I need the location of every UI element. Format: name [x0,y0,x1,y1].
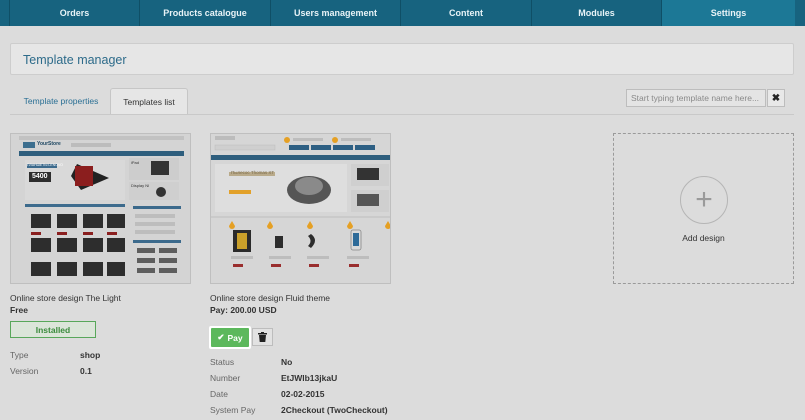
plus-icon: + [680,176,728,224]
add-design-tile[interactable]: + Add design [613,133,794,284]
detail-key-system-pay: System Pay [210,405,256,415]
tab-templates-list[interactable]: Templates list [110,88,188,114]
delete-button[interactable] [252,328,273,346]
store-screenshot [211,134,390,283]
detail-key-type: Type [10,350,29,360]
preview-banner-price: 5400 [32,173,48,180]
page-header: Template manager [10,43,794,75]
nav-tab-users-management[interactable]: Users management [271,0,401,26]
nav-spacer [0,0,10,26]
detail-value-date: 02-02-2015 [281,389,325,399]
store-screenshot [11,134,190,283]
template-name: Online store design Fluid theme [210,293,331,303]
template-name: Online store design The Light [10,293,121,303]
nav-tab-content[interactable]: Content [401,0,532,26]
close-icon: ✖ [771,92,781,104]
preview-side-subtitle: Display NI [131,183,150,188]
pay-button-label: Pay [227,332,243,343]
detail-key-date: Date [210,389,228,399]
tabs-divider [10,114,794,115]
detail-key-status: Status [210,357,235,367]
template-search-input[interactable] [626,89,766,107]
detail-value-type: shop [80,350,101,360]
preview-banner-text: Пылесос Thomas XT [231,170,275,175]
tab-template-properties[interactable]: Template properties [12,88,110,114]
detail-value-version: 0.1 [80,366,92,376]
preview-logo: YourStore [37,141,61,147]
page-title: Template manager [23,53,127,67]
detail-key-version: Version [10,366,39,376]
preview-banner-text: ПЛАНШЕТЫ LENOVO [27,163,64,167]
nav-tab-products-catalogue[interactable]: Products catalogue [140,0,271,26]
nav-tab-orders[interactable]: Orders [10,0,140,26]
pay-button[interactable]: ✔ Pay [209,326,251,349]
installed-badge: Installed [10,321,96,338]
nav-tab-modules[interactable]: Modules [532,0,662,26]
template-price: Free [10,305,28,315]
trash-icon [258,332,267,342]
template-preview-the-light[interactable]: YourStore ПЛАНШЕТЫ LENOVO 5400 iPad Disp… [10,133,191,284]
template-price: Pay: 200.00 USD [210,305,277,315]
template-preview-fluid-theme[interactable]: Пылесос Thomas XT [210,133,391,284]
detail-key-number: Number [210,373,241,383]
top-navigation: Orders Products catalogue Users manageme… [0,0,805,26]
detail-value-system-pay: 2Checkout (TwoCheckout) [281,405,388,415]
search-clear-button[interactable]: ✖ [767,89,785,107]
preview-side-title: iPad [131,160,140,165]
checkmark-icon: ✔ [217,332,225,342]
nav-tab-settings[interactable]: Settings [662,0,795,26]
detail-value-status: No [281,357,293,367]
add-design-label: Add design [682,233,725,243]
detail-value-number: EtJWlb13jkaU [281,373,338,383]
